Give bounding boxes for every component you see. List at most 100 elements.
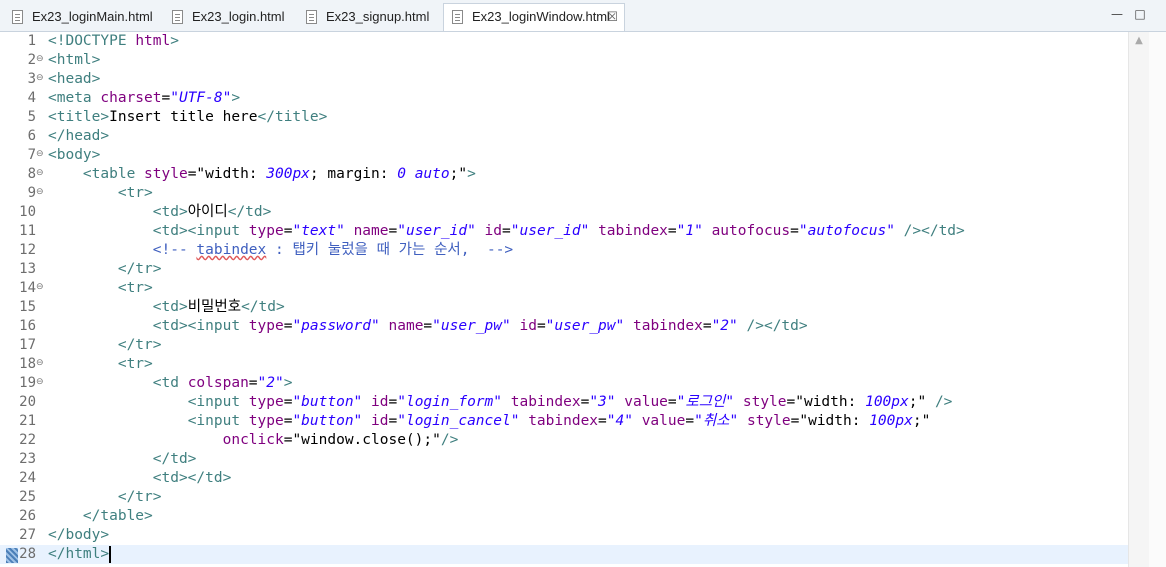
maximize-icon[interactable]: □ <box>1133 7 1147 21</box>
tab-label: Ex23_signup.html <box>326 9 430 24</box>
code-text: <input type="button" id="login_cancel" t… <box>187 413 931 429</box>
code-text: <html> <box>48 52 101 68</box>
html-file-icon <box>172 10 183 24</box>
code-text: <title>Insert title here</title> <box>48 109 328 125</box>
editor-tab-bar: Ex23_loginMain.html Ex23_login.html Ex23… <box>0 0 1166 32</box>
code-line[interactable]: 28 </html> <box>0 545 1128 564</box>
text-caret <box>109 545 111 563</box>
line-number: 2 <box>27 52 36 68</box>
html-file-icon <box>452 10 463 24</box>
code-text: <td>아이디</td> <box>152 204 272 220</box>
tab-label: Ex23_loginMain.html <box>32 9 153 24</box>
tab-ex23-login[interactable]: Ex23_login.html <box>164 4 294 30</box>
line-number: 16 <box>19 318 36 334</box>
minimize-icon[interactable]: — <box>1110 7 1124 21</box>
line-number: 21 <box>19 413 36 429</box>
fold-toggle-icon[interactable]: ⊖ <box>36 150 45 159</box>
code-line[interactable]: 20 <input type="button" id="login_form" … <box>0 393 1128 412</box>
code-line[interactable]: 21 <input type="button" id="login_cancel… <box>0 412 1128 431</box>
code-line[interactable]: 4 <meta charset="UTF-8"> <box>0 89 1128 108</box>
code-text: <body> <box>48 147 101 163</box>
line-number: 11 <box>19 223 36 239</box>
scroll-up-icon[interactable]: ▲ <box>1133 35 1145 47</box>
line-number: 18 <box>19 356 36 372</box>
line-number: 4 <box>27 90 36 106</box>
code-line[interactable]: 14 ⊖ <tr> <box>0 279 1128 298</box>
tab-ex23-loginwindow[interactable]: Ex23_loginWindow.html ☒ <box>443 3 625 31</box>
line-number: 6 <box>27 128 36 144</box>
code-line[interactable]: 27 </body> <box>0 526 1128 545</box>
line-number: 8 <box>27 166 36 182</box>
code-line[interactable]: 8 ⊖ <table style="width: 300px; margin: 0… <box>0 165 1128 184</box>
code-text: <!DOCTYPE html> <box>48 33 179 49</box>
code-line[interactable]: 18 ⊖ <tr> <box>0 355 1128 374</box>
code-line[interactable]: 2 ⊖ <html> <box>0 51 1128 70</box>
line-number: 27 <box>19 527 36 543</box>
line-number: 14 <box>19 280 36 296</box>
code-line[interactable]: 12 <!-- tabindex : 탭키 눌렀을 때 가는 순서, --> <box>0 241 1128 260</box>
code-line[interactable]: 6 </head> <box>0 127 1128 146</box>
code-line[interactable]: 25 </tr> <box>0 488 1128 507</box>
code-line[interactable]: 10 <td>아이디</td> <box>0 203 1128 222</box>
tab-ex23-loginmain[interactable]: Ex23_loginMain.html <box>4 4 162 30</box>
code-line[interactable]: 17 </tr> <box>0 336 1128 355</box>
code-text: <meta charset="UTF-8"> <box>48 90 241 106</box>
line-number: 13 <box>19 261 36 277</box>
code-line[interactable]: 5 <title>Insert title here</title> <box>0 108 1128 127</box>
code-text: <td colspan="2"> <box>152 375 293 391</box>
fold-toggle-icon[interactable]: ⊖ <box>36 169 45 178</box>
code-text: <td>비밀번호</td> <box>152 299 285 315</box>
fold-toggle-icon[interactable]: ⊖ <box>36 378 45 387</box>
html-file-icon <box>12 10 23 24</box>
code-text: </tr> <box>117 261 162 277</box>
line-number: 23 <box>19 451 36 467</box>
line-number: 24 <box>19 470 36 486</box>
code-line[interactable]: 3 ⊖ <head> <box>0 70 1128 89</box>
code-text: </td> <box>152 451 197 467</box>
tab-label: Ex23_login.html <box>192 9 285 24</box>
code-editor[interactable]: 1 <!DOCTYPE html> 2 ⊖ <html> 3 ⊖ <head> 4 <meta c… <box>0 32 1128 567</box>
code-line[interactable]: 15 <td>비밀번호</td> <box>0 298 1128 317</box>
tab-label: Ex23_loginWindow.html <box>472 9 611 24</box>
code-text: </html> <box>48 545 111 563</box>
code-text: <input type="button" id="login_form" tab… <box>187 394 953 410</box>
code-line[interactable]: 24 <td></td> <box>0 469 1128 488</box>
code-line[interactable]: 1 <!DOCTYPE html> <box>0 32 1128 51</box>
code-text: </table> <box>82 508 153 524</box>
fold-toggle-icon[interactable]: ⊖ <box>36 74 45 83</box>
code-line[interactable]: 11 <td><input type="text" name="user_id"… <box>0 222 1128 241</box>
code-line[interactable]: 13 </tr> <box>0 260 1128 279</box>
line-number: 19 <box>19 375 36 391</box>
code-text: onclick="window.close();"/> <box>222 432 459 448</box>
line-number: 7 <box>27 147 36 163</box>
code-text: <tr> <box>117 356 153 372</box>
fold-toggle-icon[interactable]: ⊖ <box>36 283 45 292</box>
code-line[interactable]: 26 </table> <box>0 507 1128 526</box>
fold-toggle-icon[interactable]: ⊖ <box>36 188 45 197</box>
fold-toggle-icon[interactable]: ⊖ <box>36 359 45 368</box>
vertical-scrollbar[interactable]: ▲ <box>1128 32 1149 567</box>
code-line[interactable]: 7 ⊖ <body> <box>0 146 1128 165</box>
line-number: 9 <box>27 185 36 201</box>
line-number: 15 <box>19 299 36 315</box>
close-icon[interactable]: ☒ <box>606 4 618 30</box>
line-number: 3 <box>27 71 36 87</box>
line-number: 26 <box>19 508 36 524</box>
code-text: <td></td> <box>152 470 232 486</box>
code-text: <!-- tabindex : 탭키 눌렀을 때 가는 순서, --> <box>152 242 514 258</box>
code-line[interactable]: 23 </td> <box>0 450 1128 469</box>
fold-toggle-icon[interactable]: ⊖ <box>36 55 45 64</box>
code-text: <tr> <box>117 185 153 201</box>
code-text: </tr> <box>117 337 162 353</box>
tab-ex23-signup[interactable]: Ex23_signup.html <box>298 4 442 30</box>
code-text: <table style="width: 300px; margin: 0 au… <box>82 166 476 182</box>
code-text: <tr> <box>117 280 153 296</box>
line-number: 22 <box>19 432 36 448</box>
code-line[interactable]: 22 onclick="window.close();"/> <box>0 431 1128 450</box>
code-line[interactable]: 16 <td><input type="password" name="user… <box>0 317 1128 336</box>
code-line[interactable]: 19 ⊖ <td colspan="2"> <box>0 374 1128 393</box>
code-text: </head> <box>48 128 110 144</box>
code-line[interactable]: 9 ⊖ <tr> <box>0 184 1128 203</box>
line-number: 17 <box>19 337 36 353</box>
code-text: <head> <box>48 71 101 87</box>
